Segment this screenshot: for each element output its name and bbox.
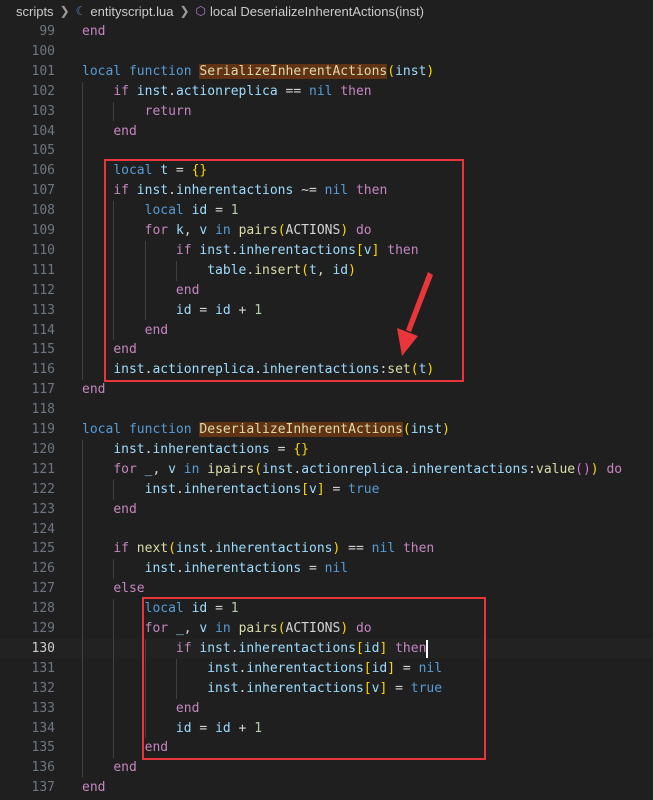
code-line[interactable]: 105 (0, 141, 653, 161)
line-number: 102 (31, 83, 55, 99)
line-code[interactable]: local function DeserializeInherentAction… (82, 420, 450, 440)
indent-guide (113, 101, 115, 122)
annotation-box-deserialize (142, 597, 486, 761)
breadcrumb-file[interactable]: entityscript.lua (90, 4, 173, 19)
indent-guide (113, 479, 115, 500)
line-number: 111 (31, 262, 55, 278)
line-code[interactable]: return (82, 102, 192, 122)
chevron-right-icon: ❯ (179, 4, 190, 18)
line-number: 118 (31, 402, 55, 418)
indent-guide (113, 599, 115, 759)
line-number: 112 (31, 282, 55, 298)
code-line[interactable]: 123 end (0, 500, 653, 520)
line-code[interactable]: inst.inherentactions = nil (82, 559, 349, 579)
code-line[interactable]: 104 end (0, 122, 653, 142)
code-line[interactable]: 118 (0, 400, 653, 420)
line-number: 127 (31, 581, 55, 597)
line-number: 117 (31, 382, 55, 398)
line-number: 110 (31, 242, 55, 258)
line-number: 99 (39, 24, 55, 39)
line-number: 104 (31, 123, 55, 139)
code-line[interactable]: 119 local function DeserializeInherentAct… (0, 420, 653, 440)
line-number: 136 (31, 760, 55, 776)
code-editor[interactable]: 99 end 100 101 local function SerializeInher… (0, 22, 653, 800)
line-code[interactable]: if inst.actionreplica == nil then (82, 82, 371, 102)
line-code[interactable]: inst.inherentactions[v] = true (82, 480, 380, 500)
line-number: 125 (31, 541, 55, 557)
line-code[interactable]: else (82, 579, 144, 599)
line-number: 114 (31, 322, 55, 338)
line-code[interactable]: if next(inst.inherentactions) == nil the… (82, 539, 434, 559)
line-number: 132 (31, 680, 55, 696)
line-number: 133 (31, 700, 55, 716)
code-line[interactable]: 117 end (0, 380, 653, 400)
line-number: 106 (31, 163, 55, 179)
indent-guide (82, 81, 83, 381)
line-code[interactable]: end (82, 500, 136, 520)
line-number: 109 (31, 223, 55, 238)
code-line[interactable]: 103 return (0, 102, 653, 122)
line-number: 120 (31, 441, 55, 457)
code-line[interactable]: 125 if next(inst.inherentactions) == nil… (0, 539, 653, 559)
code-line[interactable]: 101 local function SerializeInherentActio… (0, 62, 653, 82)
line-number: 124 (31, 521, 55, 537)
line-code[interactable]: end (82, 22, 105, 42)
annotation-arrow (397, 272, 433, 356)
code-line[interactable]: 137 end (0, 778, 653, 798)
line-code[interactable]: for _, v in ipairs(inst.actionreplica.in… (82, 460, 622, 480)
code-line[interactable]: 136 end (0, 758, 653, 778)
line-number: 107 (31, 183, 55, 199)
lua-file-icon: ☾ (75, 4, 87, 18)
code-line[interactable]: 121 for _, v in ipairs(inst.actionreplic… (0, 460, 653, 480)
code-line[interactable]: 124 (0, 520, 653, 540)
line-number: 119 (31, 422, 55, 437)
line-number: 108 (31, 203, 55, 219)
line-code[interactable]: end (82, 380, 105, 400)
line-number: 126 (31, 561, 55, 577)
line-number: 105 (31, 143, 55, 159)
line-number: 103 (31, 103, 55, 119)
line-number: 121 (31, 461, 55, 477)
line-number: 128 (31, 601, 55, 617)
line-number: 113 (31, 302, 55, 318)
line-number: 115 (31, 342, 55, 358)
line-code[interactable]: inst.inherentactions = {} (82, 440, 309, 460)
line-code[interactable]: local function SerializeInherentActions(… (82, 62, 434, 82)
line-number: 101 (31, 63, 55, 79)
line-number: 135 (31, 740, 55, 756)
line-number: 116 (31, 362, 55, 378)
line-code[interactable]: end (82, 122, 136, 142)
line-number: 123 (31, 501, 55, 517)
code-line[interactable]: 122 inst.inherentactions[v] = true (0, 480, 653, 500)
line-number: 134 (31, 720, 55, 736)
code-line[interactable]: 102 if inst.actionreplica == nil then (0, 82, 653, 102)
indent-guide (82, 439, 83, 779)
code-line[interactable]: 120 inst.inherentactions = {} (0, 440, 653, 460)
line-code[interactable]: end (82, 778, 105, 798)
breadcrumb: scripts ❯ ☾ entityscript.lua ❯ ⬡ local D… (0, 0, 653, 22)
chevron-right-icon: ❯ (59, 4, 70, 18)
breadcrumb-folder[interactable]: scripts (16, 4, 54, 19)
code-line[interactable]: 127 else (0, 579, 653, 599)
line-number: 137 (31, 780, 55, 796)
function-symbol-icon: ⬡ (195, 4, 207, 18)
line-number: 131 (31, 660, 55, 676)
code-line[interactable]: 99 end (0, 22, 653, 42)
code-line[interactable]: 126 inst.inherentactions = nil (0, 559, 653, 579)
line-code[interactable]: end (82, 758, 136, 778)
line-number: 129 (31, 621, 55, 636)
breadcrumb-symbol[interactable]: local DeserializeInherentActions(inst) (210, 4, 424, 19)
line-number: 130 (31, 640, 55, 656)
code-line[interactable]: 100 (0, 42, 653, 62)
indent-guide (113, 559, 115, 580)
line-number: 100 (31, 43, 55, 59)
line-number: 122 (31, 481, 55, 497)
